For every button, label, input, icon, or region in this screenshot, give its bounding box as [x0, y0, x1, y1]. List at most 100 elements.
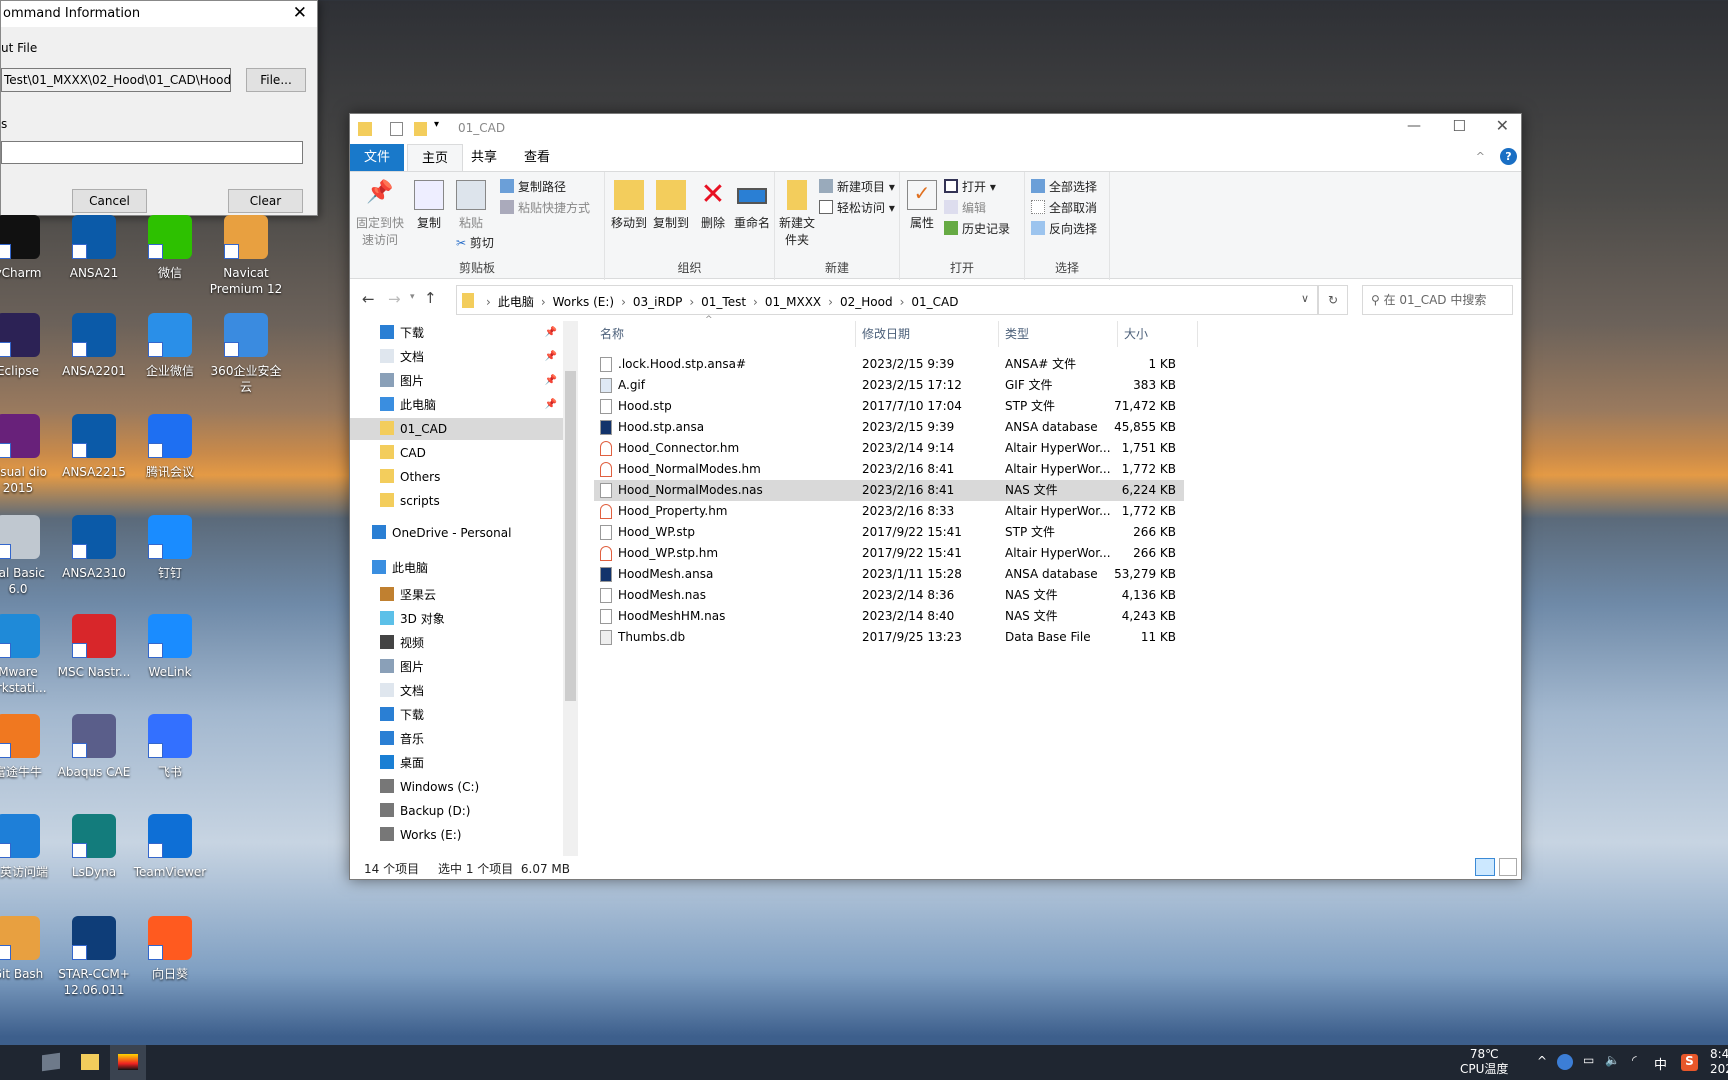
- nav-item[interactable]: Others: [350, 466, 563, 488]
- desktop-shortcut[interactable]: LsDyna: [56, 814, 132, 880]
- desktop-shortcut[interactable]: 腾讯会议: [132, 414, 208, 480]
- file-row[interactable]: HoodMesh.ansa 2023/1/11 15:28 ANSA databas…: [594, 564, 1184, 585]
- nav-item[interactable]: 3D 对象: [350, 608, 563, 630]
- nav-item[interactable]: Backup (D:): [350, 800, 563, 822]
- breadcrumb-item[interactable]: 02_Hood: [840, 295, 893, 309]
- nav-item[interactable]: 此电脑: [350, 557, 563, 579]
- nav-item[interactable]: 此电脑 📌: [350, 394, 563, 416]
- battery-icon[interactable]: ▭: [1583, 1053, 1594, 1067]
- nav-item[interactable]: 桌面: [350, 752, 563, 774]
- file-row[interactable]: Hood_NormalModes.hm 2023/2/16 8:41 Altair …: [594, 459, 1184, 480]
- sogou-input-icon[interactable]: S: [1681, 1054, 1698, 1071]
- tab-share[interactable]: 共享: [457, 144, 511, 171]
- desktop-shortcut[interactable]: STAR-CCM+ 12.06.011: [56, 916, 132, 998]
- input-method-indicator[interactable]: 中: [1654, 1054, 1667, 1073]
- nav-item[interactable]: 音乐: [350, 728, 563, 750]
- file-button[interactable]: File...: [246, 68, 306, 92]
- move-to-button[interactable]: 移动到: [609, 180, 649, 231]
- desktop-shortcut[interactable]: Visual dio 2015: [0, 414, 56, 496]
- customize-toolbar-icon[interactable]: ▾: [434, 119, 439, 130]
- breadcrumb-separator-icon[interactable]: ›: [486, 295, 491, 309]
- taskbar-file-explorer-icon[interactable]: [81, 1054, 99, 1070]
- desktop-shortcut[interactable]: Navicat Premium 12: [208, 215, 284, 297]
- address-dropdown-icon[interactable]: ∨: [1301, 292, 1309, 305]
- desktop-shortcut[interactable]: WeLink: [132, 614, 208, 680]
- select-all-button[interactable]: 全部选择: [1031, 178, 1097, 195]
- nav-item[interactable]: 视频: [350, 632, 563, 654]
- file-row[interactable]: Thumbs.db 2017/9/25 13:23 Data Base File 11…: [594, 627, 1184, 648]
- nav-item[interactable]: 01_CAD: [350, 418, 563, 440]
- back-icon[interactable]: ←: [362, 290, 375, 308]
- column-header-size[interactable]: 大小: [1118, 321, 1198, 347]
- nav-item[interactable]: 坚果云: [350, 584, 563, 606]
- copy-button[interactable]: 复制: [412, 180, 446, 231]
- desktop-shortcut[interactable]: Mware orkstati...: [0, 614, 56, 696]
- dialog-close-icon[interactable]: ✕: [293, 3, 307, 23]
- column-header-name[interactable]: 名称: [594, 321, 856, 347]
- column-header-date[interactable]: 修改日期: [856, 321, 999, 347]
- nav-item[interactable]: scripts: [350, 490, 563, 512]
- nav-item[interactable]: Windows (C:): [350, 776, 563, 798]
- file-row[interactable]: A.gif 2023/2/15 17:12 GIF 文件 383 KB: [594, 375, 1184, 396]
- breadcrumb-separator-icon[interactable]: ›: [753, 295, 758, 309]
- forward-icon[interactable]: →: [388, 290, 401, 308]
- second-input[interactable]: [1, 141, 303, 164]
- minimize-icon[interactable]: —: [1407, 118, 1421, 134]
- breadcrumb-separator-icon[interactable]: ›: [828, 295, 833, 309]
- history-button[interactable]: 历史记录: [944, 220, 1010, 237]
- file-row[interactable]: Hood_Property.hm 2023/2/16 8:33 Altair Hyp…: [594, 501, 1184, 522]
- taskbar-app-icon[interactable]: [42, 1052, 60, 1072]
- tray-app-icon[interactable]: [1557, 1054, 1573, 1070]
- up-icon[interactable]: ↑: [424, 289, 437, 307]
- nav-item[interactable]: 文档 📌: [350, 346, 563, 368]
- nav-item[interactable]: Works (E:): [350, 824, 563, 846]
- file-row[interactable]: HoodMesh.nas 2023/2/14 8:36 NAS 文件 4,136 KB: [594, 585, 1184, 606]
- search-input[interactable]: ⚲ 在 01_CAD 中搜索: [1362, 285, 1513, 315]
- maximize-icon[interactable]: ☐: [1453, 117, 1466, 135]
- nav-item[interactable]: 图片 📌: [350, 370, 563, 392]
- taskbar-msc-nastran-icon[interactable]: [110, 1045, 146, 1080]
- nav-scrollbar-thumb[interactable]: [565, 371, 576, 701]
- desktop-shortcut[interactable]: ANSA2201: [56, 313, 132, 379]
- new-item-button[interactable]: 新建项目 ▾: [819, 178, 895, 195]
- file-row[interactable]: Hood.stp 2017/7/10 17:04 STP 文件 71,472 KB: [594, 396, 1184, 417]
- desktop-shortcut[interactable]: Git Bash: [0, 916, 56, 982]
- breadcrumb-item[interactable]: 01_CAD: [911, 295, 958, 309]
- details-view-icon[interactable]: [1475, 858, 1495, 876]
- file-path-field[interactable]: Test\01_MXXX\02_Hood\01_CAD\Hood_Norm: [1, 68, 231, 92]
- tab-view[interactable]: 查看: [510, 144, 564, 171]
- file-row[interactable]: Hood_Connector.hm 2023/2/14 9:14 Altair Hy…: [594, 438, 1184, 459]
- desktop-shortcut[interactable]: ual Basic 6.0: [0, 515, 56, 597]
- nav-item[interactable]: 下载: [350, 704, 563, 726]
- copy-to-button[interactable]: 复制到: [651, 180, 691, 231]
- desktop-shortcut[interactable]: 富途牛牛: [0, 714, 56, 780]
- desktop-shortcut[interactable]: 公英访问端: [0, 814, 56, 880]
- easy-access-button[interactable]: 轻松访问 ▾: [819, 199, 895, 216]
- paste-button[interactable]: 粘贴: [454, 180, 488, 231]
- breadcrumb-item[interactable]: 03_iRDP: [633, 295, 682, 309]
- invert-selection-button[interactable]: 反向选择: [1031, 220, 1097, 237]
- breadcrumb-item[interactable]: 此电脑: [498, 295, 534, 309]
- breadcrumb-separator-icon[interactable]: ›: [689, 295, 694, 309]
- cancel-button[interactable]: Cancel: [72, 189, 147, 213]
- desktop-shortcut[interactable]: 360企业安全云: [208, 313, 284, 395]
- show-hidden-icons-icon[interactable]: ^: [1537, 1054, 1547, 1068]
- file-row[interactable]: HoodMeshHM.nas 2023/2/14 8:40 NAS 文件 4,243 …: [594, 606, 1184, 627]
- nav-item[interactable]: 文档: [350, 680, 563, 702]
- breadcrumb-item[interactable]: 01_MXXX: [765, 295, 821, 309]
- open-button[interactable]: 打开 ▾: [944, 178, 996, 195]
- desktop-shortcut[interactable]: 钉钉: [132, 515, 208, 581]
- cut-button[interactable]: ✂ 剪切: [456, 234, 494, 251]
- nav-scrollbar[interactable]: [563, 321, 578, 856]
- desktop-shortcut[interactable]: 飞书: [132, 714, 208, 780]
- desktop-shortcut[interactable]: ANSA2215: [56, 414, 132, 480]
- file-row[interactable]: .lock.Hood.stp.ansa# 2023/2/15 9:39 ANSA# …: [594, 354, 1184, 375]
- file-row[interactable]: Hood_WP.stp.hm 2017/9/22 15:41 Altair Hype…: [594, 543, 1184, 564]
- desktop-shortcut[interactable]: TeamViewer: [132, 814, 208, 880]
- edit-button[interactable]: 编辑: [944, 199, 986, 216]
- breadcrumb-separator-icon[interactable]: ›: [900, 295, 905, 309]
- properties-quick-icon[interactable]: [390, 122, 403, 136]
- nav-item[interactable]: OneDrive - Personal: [350, 522, 563, 544]
- new-folder-button[interactable]: 新建文件夹: [779, 180, 815, 248]
- paste-shortcut-button[interactable]: 粘贴快捷方式: [500, 199, 590, 216]
